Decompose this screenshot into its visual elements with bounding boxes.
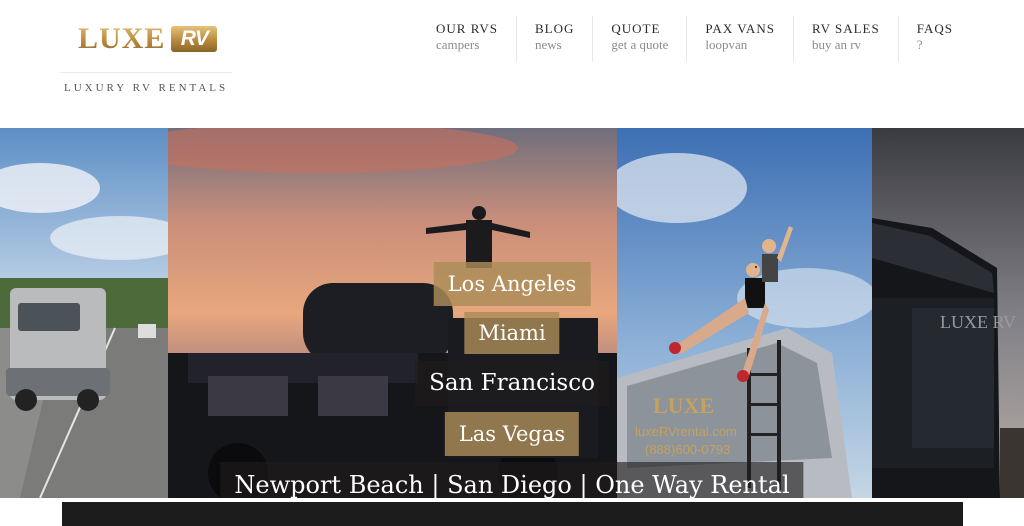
nav-item-blog[interactable]: BLOG news [517,16,594,62]
van-phone-text: (888)600-0793 [645,442,730,457]
logo-block[interactable]: LUXE RV LUXURY RV RENTALS [60,14,232,100]
logo-rv-badge: RV [171,26,218,52]
nav-label: FAQS [916,21,953,36]
hero-photo-van-roof: LUXE luxeRVrental.com (888)600-0793 [617,128,872,498]
nav-item-faqs[interactable]: FAQS ? [899,16,971,62]
nav-sublabel: loopvan [705,37,748,52]
coach-brand-text: LUXE RV [940,312,1016,332]
nav-label: OUR RVS [436,21,498,36]
nav-label: QUOTE [611,21,661,36]
separator: | [423,471,448,498]
van-brand-text: LUXE [653,393,714,418]
city-link-san-francisco[interactable]: San Francisco [415,361,609,406]
nav-item-pax-vans[interactable]: PAX VANS loopvan [687,16,794,62]
logo-divider [60,72,232,73]
nav-item-our-rvs[interactable]: OUR RVS campers [418,16,517,62]
tagline: LUXURY RV RENTALS [64,82,229,94]
site-header: LUXE RV LUXURY RV RENTALS OUR RVS camper… [0,0,1024,128]
van-site-text: luxeRVrental.com [635,424,737,439]
hero-photo-black-coach: LUXE RV [872,128,1024,498]
hero-banner: LUXE luxeRVrental.com (888)600-0793 LUXE… [0,128,1024,498]
logo-text: LUXE [78,22,166,55]
nav-label: RV SALES [811,21,880,36]
nav-sublabel: get a quote [611,37,669,52]
main-nav: OUR RVS campers BLOG news QUOTE get a qu… [418,16,971,62]
city-link-las-vegas[interactable]: Las Vegas [444,412,580,456]
link-san-diego[interactable]: San Diego [447,471,572,498]
nav-item-quote[interactable]: QUOTE get a quote [593,16,688,62]
hero-photo-highway-rv [0,128,168,498]
nav-sublabel: ? [916,37,923,52]
nav-sublabel: news [534,37,562,52]
content-bar [62,502,963,526]
nav-label: PAX VANS [705,21,775,36]
nav-label: BLOG [534,21,575,36]
city-link-miami[interactable]: Miami [464,312,560,354]
nav-sublabel: buy an rv [811,37,862,52]
separator: | [571,471,596,498]
secondary-locations-bar: Newport Beach | San Diego | One Way Rent… [220,462,804,498]
nav-item-rv-sales[interactable]: RV SALES buy an rv [794,16,899,62]
nav-sublabel: campers [436,37,480,52]
link-one-way-rental[interactable]: One Way Rental [595,471,789,498]
city-link-los-angeles[interactable]: Los Angeles [433,262,591,306]
link-newport-beach[interactable]: Newport Beach [234,471,423,498]
logo[interactable]: LUXE RV [78,22,218,56]
